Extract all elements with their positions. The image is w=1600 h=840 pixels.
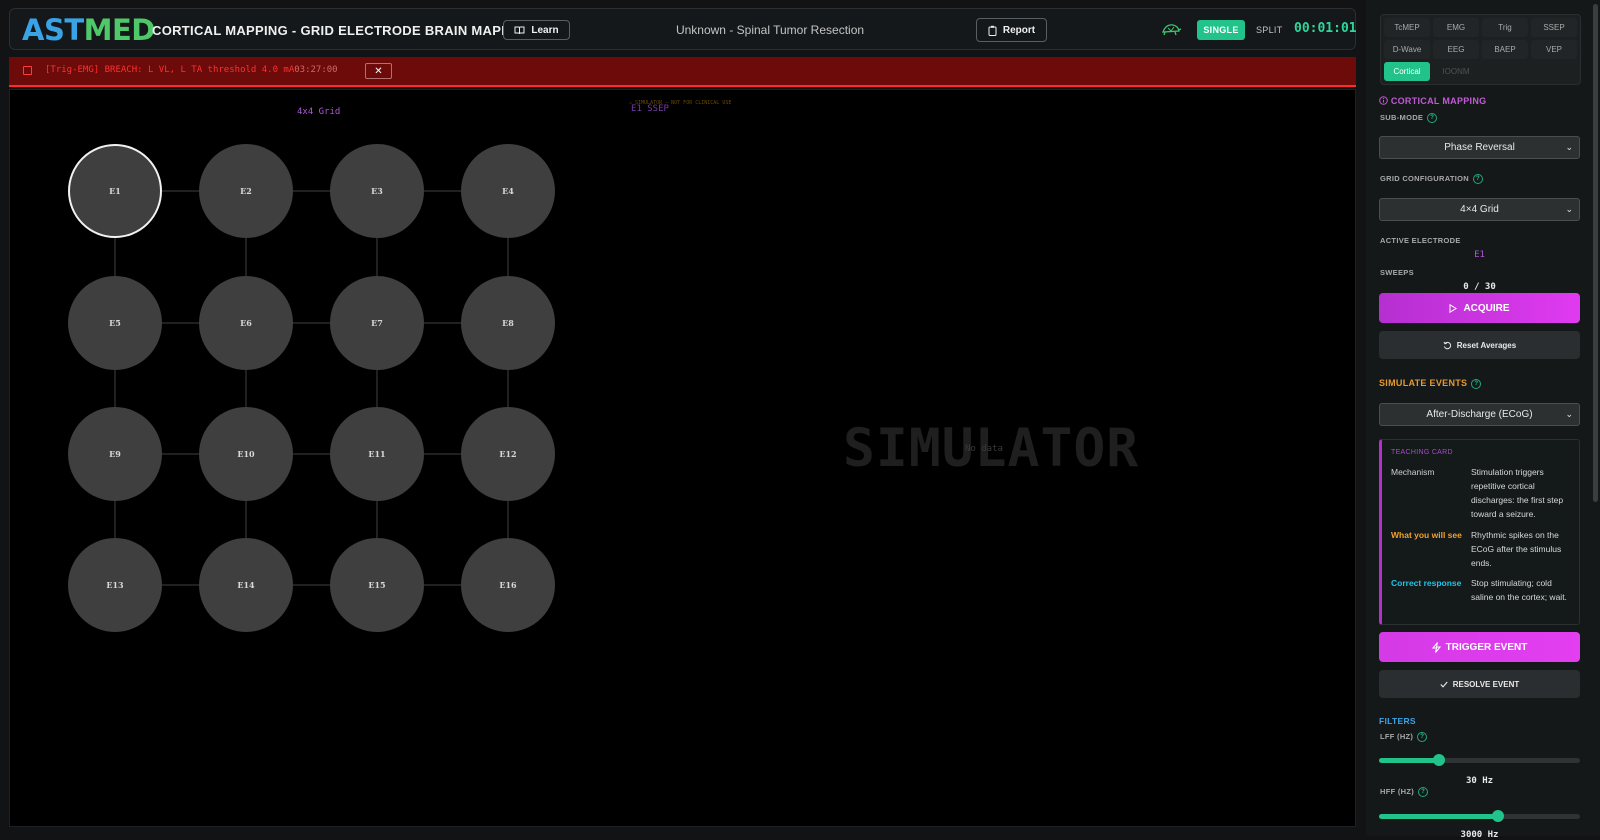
lff-slider-thumb[interactable] <box>1433 754 1446 766</box>
electrode-e13[interactable]: E13 <box>68 538 162 632</box>
reset-averages-button[interactable]: Reset Averages <box>1379 331 1580 359</box>
help-icon[interactable]: ? <box>1473 174 1484 185</box>
electrode-e14[interactable]: E14 <box>199 538 293 632</box>
modality-tab-cortical[interactable]: Cortical <box>1384 62 1430 81</box>
electrode-e16[interactable]: E16 <box>461 538 555 632</box>
electrode-e11[interactable]: E11 <box>330 407 424 501</box>
slow-mode-turtle-icon[interactable] <box>1160 20 1182 38</box>
electrode-e3[interactable]: E3 <box>330 144 424 238</box>
active-electrode-value: E1 <box>1474 250 1485 260</box>
modality-tab-empty <box>1531 62 1577 81</box>
alert-close-button[interactable]: ✕ <box>365 63 392 79</box>
alert-banner: [Trig-EMG] BREACH: L VL, L TA threshold … <box>9 57 1356 87</box>
modality-tab-eeg[interactable]: EEG <box>1433 40 1479 59</box>
help-icon[interactable]: ? <box>1471 378 1482 389</box>
hff-slider-fill <box>1379 814 1498 819</box>
section-title: CORTICAL MAPPING <box>1379 96 1486 106</box>
modality-tab-emg[interactable]: EMG <box>1433 18 1479 37</box>
modality-tab-d-wave[interactable]: D-Wave <box>1384 40 1430 59</box>
trigger-event-button[interactable]: TRIGGER EVENT <box>1379 632 1580 662</box>
chevron-down-icon: ⌄ <box>1565 409 1573 419</box>
help-icon[interactable]: ? <box>1427 113 1438 124</box>
electrode-e6[interactable]: E6 <box>199 276 293 370</box>
electrode-e12[interactable]: E12 <box>461 407 555 501</box>
control-panel: TcMEP EMG Trig SSEP D-Wave EEG BAEP VEP Cortical… <box>1366 0 1600 840</box>
modality-tab-tcmep[interactable]: TcMEP <box>1384 18 1430 37</box>
lff-slider[interactable] <box>1379 754 1580 766</box>
grid-config-label: GRID CONFIGURATION? <box>1380 174 1484 185</box>
electrode-e9[interactable]: E9 <box>68 407 162 501</box>
acquire-button[interactable]: ACQUIRE <box>1379 293 1580 323</box>
no-data-label: No data <box>965 444 1003 454</box>
session-timer: 00:01:01 <box>1294 21 1357 36</box>
grid-label: 4x4 Grid <box>297 107 341 117</box>
app-header: ASTMED CORTICAL MAPPING - GRID ELECTRODE… <box>9 8 1357 50</box>
case-name: Unknown - Spinal Tumor Resection <box>675 23 865 37</box>
info-icon <box>1379 96 1388 105</box>
lff-label: LFF (HZ)? <box>1380 732 1428 743</box>
chevron-down-icon: ⌄ <box>1565 204 1573 214</box>
trace-label: E1 SSEP <box>631 104 669 114</box>
resolve-event-button[interactable]: RESOLVE EVENT <box>1379 670 1580 698</box>
chevron-down-icon: ⌄ <box>1565 142 1573 152</box>
submode-label: SUB-MODE? <box>1380 113 1438 124</box>
astmed-logo: ASTMED <box>22 13 155 47</box>
electrode-e1[interactable]: E1 <box>68 144 162 238</box>
simulate-events-label: SIMULATE EVENTS? <box>1379 378 1482 389</box>
view-split-button[interactable]: SPLIT <box>1256 20 1283 40</box>
electrode-e5[interactable]: E5 <box>68 276 162 370</box>
alert-time: 03:27:00 <box>294 65 338 75</box>
alert-message: [Trig-EMG] BREACH: L VL, L TA threshold … <box>45 65 338 75</box>
help-icon[interactable]: ? <box>1418 787 1429 798</box>
grid-config-select[interactable]: 4×4 Grid ⌄ <box>1379 198 1580 221</box>
filters-label: FILTERS <box>1379 716 1416 726</box>
modality-tab-ssep[interactable]: SSEP <box>1531 18 1577 37</box>
report-label: Report <box>1002 24 1036 36</box>
lightning-icon <box>1431 641 1441 653</box>
modality-tab-ioonm[interactable]: IOONM <box>1433 62 1479 81</box>
active-electrode-label: ACTIVE ELECTRODE <box>1380 236 1461 245</box>
help-icon[interactable]: ? <box>1417 732 1428 743</box>
teaching-card: TEACHING CARD Mechanism Stimulation trig… <box>1379 439 1580 625</box>
submode-select[interactable]: Phase Reversal ⌄ <box>1379 136 1580 159</box>
teaching-card-title: TEACHING CARD <box>1391 449 1453 456</box>
panel-scrollbar[interactable] <box>1593 4 1598 502</box>
lff-value: 30 Hz <box>1465 776 1494 786</box>
hff-slider-thumb[interactable] <box>1491 810 1504 822</box>
teaching-mechanism: Mechanism Stimulation triggers repetitiv… <box>1391 467 1564 519</box>
sweeps-value: 0 / 30 <box>1463 282 1496 292</box>
mapping-canvas: 4x4 Grid ⚠ SIMULATOR — NOT FOR CLINICAL … <box>9 89 1356 827</box>
electrode-e8[interactable]: E8 <box>461 276 555 370</box>
hff-slider[interactable] <box>1379 810 1580 822</box>
electrode-e7[interactable]: E7 <box>330 276 424 370</box>
play-icon <box>1449 303 1458 313</box>
alert-square-icon <box>23 66 32 75</box>
sweeps-label: SWEEPS <box>1380 268 1414 277</box>
modality-tab-baep[interactable]: BAEP <box>1482 40 1528 59</box>
electrode-e2[interactable]: E2 <box>199 144 293 238</box>
check-icon <box>1440 681 1448 688</box>
modality-tab-empty <box>1482 62 1528 81</box>
modality-tab-vep[interactable]: VEP <box>1531 40 1577 59</box>
clipboard-icon <box>988 25 997 36</box>
book-icon <box>514 26 525 34</box>
electrode-e15[interactable]: E15 <box>330 538 424 632</box>
report-button[interactable]: Report <box>976 18 1047 42</box>
lff-slider-fill <box>1379 758 1440 763</box>
teaching-correct-response: Correct response Stop stimulating; cold … <box>1391 578 1567 602</box>
hff-label: HFF (HZ)? <box>1380 787 1429 798</box>
learn-label: Learn <box>531 24 559 36</box>
reset-icon <box>1443 341 1451 349</box>
modality-tab-trig[interactable]: Trig <box>1482 18 1528 37</box>
electrode-e10[interactable]: E10 <box>199 407 293 501</box>
hff-value: 3000 Hz <box>1460 830 1499 840</box>
teaching-what-you-see: What you will see Rhythmic spikes on the… <box>1391 530 1562 568</box>
view-single-button[interactable]: SINGLE <box>1197 20 1245 40</box>
electrode-e4[interactable]: E4 <box>461 144 555 238</box>
simulate-event-select[interactable]: After-Discharge (ECoG) ⌄ <box>1379 403 1580 426</box>
page-title: CORTICAL MAPPING - GRID ELECTRODE BRAIN … <box>152 23 535 38</box>
learn-button[interactable]: Learn <box>503 20 570 40</box>
modality-tabs: TcMEP EMG Trig SSEP D-Wave EEG BAEP VEP Cortical… <box>1380 14 1581 85</box>
